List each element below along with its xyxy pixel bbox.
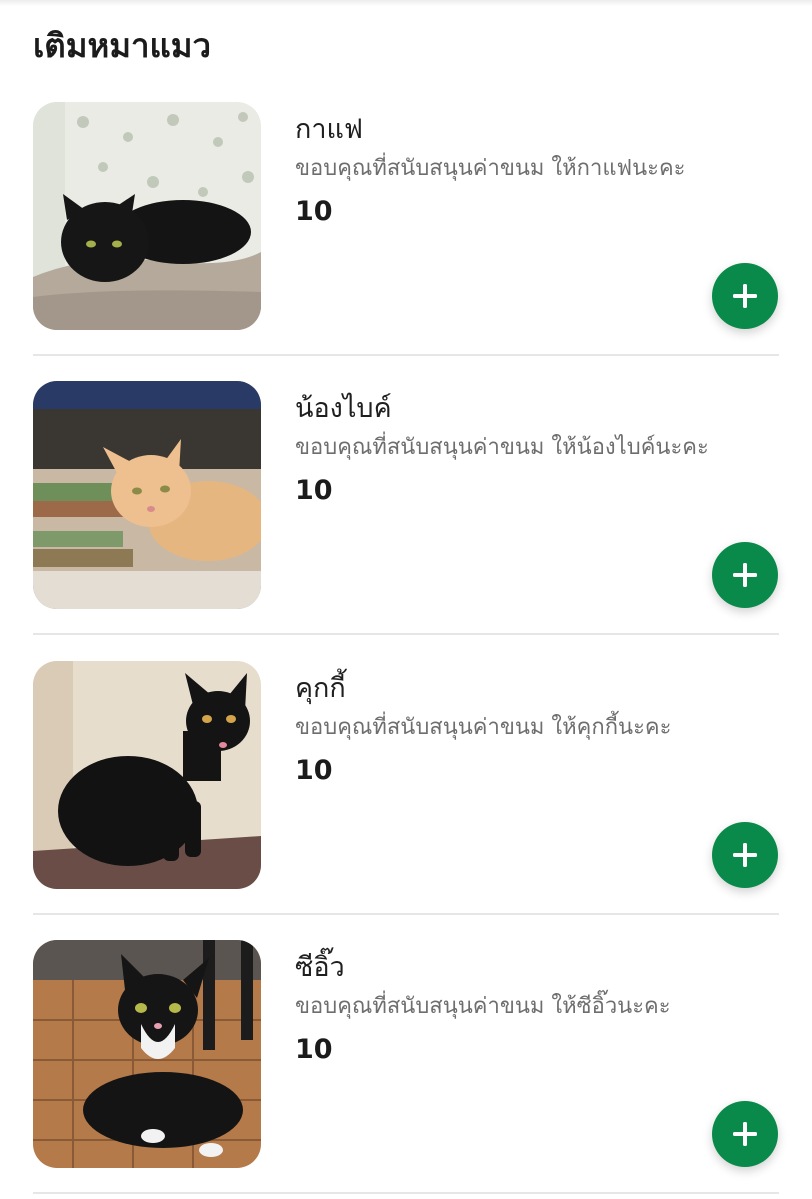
top-edge-shadow [0, 0, 812, 6]
item-name: น้องไบค์ [295, 393, 392, 424]
divider [33, 913, 779, 915]
plus-icon [733, 843, 757, 867]
plus-icon [733, 1122, 757, 1146]
item-name: ซีอิ๊ว [295, 952, 345, 983]
add-button[interactable] [712, 822, 778, 888]
item-photo[interactable] [33, 661, 261, 889]
item-description: ขอบคุณที่สนับสนุนค่าขนม ให้ซีอิ๊วนะคะ [295, 994, 671, 1019]
tuxedo-cat-on-tiles-image [33, 940, 261, 1168]
list-item-kafae: กาแฟ ขอบคุณที่สนับสนุนค่าขนม ให้กาแฟนะคะ… [33, 102, 779, 356]
item-price: 10 [295, 475, 333, 506]
item-price: 10 [295, 755, 333, 786]
item-name: คุกกี้ [295, 673, 346, 704]
plus-icon [733, 563, 757, 587]
list-item-see-ew: ซีอิ๊ว ขอบคุณที่สนับสนุนค่าขนม ให้ซีอิ๊ว… [33, 940, 779, 1194]
black-cat-sitting-image [33, 661, 261, 889]
item-description: ขอบคุณที่สนับสนุนค่าขนม ให้กาแฟนะคะ [295, 156, 686, 181]
list-item-cookie: คุกกี้ ขอบคุณที่สนับสนุนค่าขนม ให้คุกกี้… [33, 661, 779, 915]
list-item-nong-bike: น้องไบค์ ขอบคุณที่สนับสนุนค่าขนม ให้น้อง… [33, 381, 779, 635]
item-price: 10 [295, 196, 333, 227]
add-button[interactable] [712, 1101, 778, 1167]
section-title: เติมหมาแมว [33, 26, 212, 65]
page: เติมหมาแมว กาแฟ ขอบคุณที่สนับสนุนค่าขนม … [0, 0, 812, 1199]
item-price: 10 [295, 1034, 333, 1065]
divider [33, 1192, 779, 1194]
item-description: ขอบคุณที่สนับสนุนค่าขนม ให้น้องไบค์นะคะ [295, 435, 709, 460]
divider [33, 633, 779, 635]
item-name: กาแฟ [295, 114, 364, 145]
add-button[interactable] [712, 542, 778, 608]
black-cat-on-cushion-image [33, 102, 261, 330]
item-photo[interactable] [33, 940, 261, 1168]
orange-cat-on-books-image [33, 381, 261, 609]
plus-icon [733, 284, 757, 308]
item-photo[interactable] [33, 381, 261, 609]
divider [33, 354, 779, 356]
item-photo[interactable] [33, 102, 261, 330]
add-button[interactable] [712, 263, 778, 329]
item-description: ขอบคุณที่สนับสนุนค่าขนม ให้คุกกี้นะคะ [295, 715, 672, 740]
